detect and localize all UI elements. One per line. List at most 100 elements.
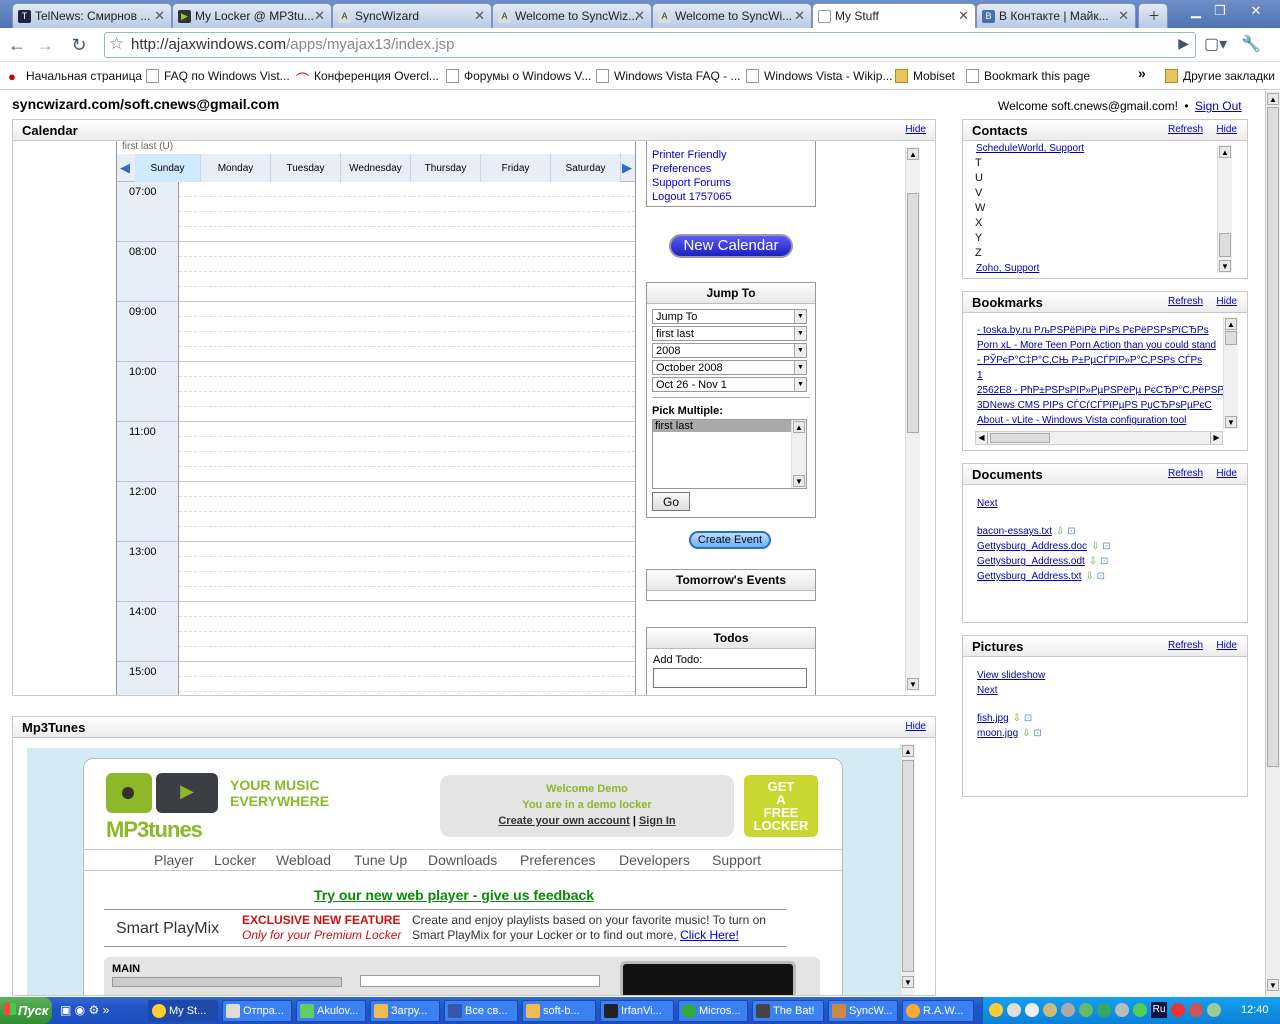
tray-icon[interactable] [989,1003,1003,1017]
day-header-thursday[interactable]: Thursday [411,154,481,182]
hide-link[interactable]: Hide [905,721,926,732]
taskbar-button[interactable]: Akulov... [296,1000,366,1022]
minimize-button[interactable]: ▁ [1184,2,1208,22]
contact-letter[interactable]: Y [975,232,982,244]
hour-slot[interactable] [179,542,635,602]
month-select[interactable]: October 2008 ▼ [652,360,807,375]
day-header-friday[interactable]: Friday [481,154,551,182]
bookmark-item[interactable]: Bookmark this page [966,69,1090,83]
bookmark-item[interactable]: ● Начальная страница [8,69,142,84]
reload-button[interactable]: ↻ [68,34,90,56]
jump-to-select[interactable]: Jump To ▼ [652,309,807,324]
bookmark-link[interactable]: 2562E8 - РћР±РЅРѕРІР»РµРЅРёРµ РєСЂР°С‚Рё… [977,385,1227,396]
bookmarks-overflow-button[interactable]: » [1138,65,1146,81]
contact-letter[interactable]: V [975,187,982,199]
close-window-button[interactable]: ✕ [1240,2,1272,22]
bookmark-item[interactable]: Windows Vista - Wikip... [746,69,892,83]
taskbar-button[interactable]: Micros... [678,1000,748,1022]
picture-item[interactable]: moon.jpg ⇩ ⊡ [977,728,1042,739]
support-forums-link[interactable]: Support Forums [652,177,731,189]
download-icon[interactable]: ⇩ ⊡ [1091,541,1111,552]
bookmark-item[interactable]: Форумы о Windows V... [446,69,591,83]
taskbar-button[interactable]: SyncW... [828,1000,898,1022]
printer-friendly-link[interactable]: Printer Friendly [652,149,727,161]
create-event-button[interactable]: Create Event [689,531,771,549]
feedback-link[interactable]: Try our new web player - give us feedbac… [314,887,594,903]
taskbar-button[interactable]: R.A.W... [902,1000,974,1022]
get-free-locker-button[interactable]: GET A FREE LOCKER [744,775,818,837]
bookmark-link[interactable]: - РЎРєР°С‡Р°С‚СЊ Р±РµСЃРїР»Р°С‚РЅРѕ СЃРѕ [977,355,1202,366]
hide-link[interactable]: Hide [1216,640,1237,651]
hour-slot[interactable] [179,602,635,662]
year-select[interactable]: 2008 ▼ [652,343,807,358]
contact-item[interactable]: ScheduleWorld, Support [976,143,1084,154]
create-account-link[interactable]: Create your own account [498,815,629,827]
day-header-sunday[interactable]: Sunday [135,154,201,182]
hour-slot[interactable] [179,662,635,695]
refresh-link[interactable]: Refresh [1168,124,1203,135]
scroll-up-icon[interactable]: ▲ [907,148,919,160]
tray-icon[interactable] [1171,1003,1185,1017]
day-header-monday[interactable]: Monday [201,154,271,182]
tab-syncwizard[interactable]: A SyncWizard ✕ [332,3,492,28]
nav-preferences[interactable]: Preferences [520,852,595,868]
scroll-up-icon[interactable]: ▲ [1219,146,1231,158]
hour-slot[interactable] [179,422,635,482]
bookmark-item[interactable]: ⌒ Конференция Overcl... [296,69,439,87]
document-item[interactable]: Gettysburg_Address.odt ⇩ ⊡ [977,556,1108,567]
pick-multiple-listbox[interactable]: first last ▲ ▼ [652,419,807,489]
tab-mp3tunes[interactable]: ▶ My Locker @ MP3tu... ✕ [172,3,332,28]
tray-icon[interactable] [1133,1003,1147,1017]
tab-welcome-1[interactable]: A Welcome to SyncWiz... ✕ [492,3,652,28]
taskbar-button[interactable]: The Bat! [752,1000,824,1022]
hide-link[interactable]: Hide [905,124,926,135]
hour-slot[interactable] [179,302,635,362]
hide-link[interactable]: Hide [1216,296,1237,307]
scroll-thumb[interactable] [990,433,1050,443]
close-icon[interactable]: ✕ [634,8,645,24]
add-todo-input[interactable] [653,668,807,688]
preferences-link[interactable]: Preferences [652,163,711,175]
scroll-thumb[interactable] [1225,331,1237,345]
nav-locker[interactable]: Locker [214,852,256,868]
back-button[interactable]: ← [6,34,28,56]
taskbar-button[interactable]: soft-b... [522,1000,596,1022]
hour-slot[interactable] [179,482,635,542]
sign-out-link[interactable]: Sign Out [1195,99,1242,113]
documents-next-link[interactable]: Next [977,498,998,509]
bookmark-link[interactable]: 3DNews CMS РІРѕ СЃСѓСЃРїРµРЅ РџСЂРѕРµРєС [977,400,1212,411]
tray-icon[interactable] [1061,1003,1075,1017]
list-option[interactable]: first last [653,420,791,432]
hour-slot[interactable] [179,182,635,242]
address-bar[interactable]: ☆ http://ajaxwindows.com/apps/myajax13/i… [104,32,1196,58]
tray-icon[interactable] [1007,1003,1021,1017]
document-item[interactable]: Gettysburg_Address.doc ⇩ ⊡ [977,541,1111,552]
refresh-link[interactable]: Refresh [1168,468,1203,479]
download-icon[interactable]: ⇩ ⊡ [1022,728,1042,739]
contact-item[interactable]: Zoho, Support [976,263,1039,274]
clock[interactable]: 12:40 [1241,1004,1269,1016]
tray-icon[interactable] [1043,1003,1057,1017]
tray-icon[interactable] [1189,1003,1203,1017]
scroll-down-icon[interactable]: ▼ [907,678,919,690]
document-item[interactable]: Gettysburg_Address.txt ⇩ ⊡ [977,571,1105,582]
download-icon[interactable]: ⇩ ⊡ [1013,713,1033,724]
mp3tunes-scrollbar[interactable]: ▲ ▼ [900,744,915,995]
maximize-button[interactable]: ❐ [1208,2,1232,22]
taskbar-button-my-stuff[interactable]: My St... [148,1000,218,1022]
scroll-thumb[interactable] [902,760,914,972]
other-bookmarks-folder[interactable]: Другие закладки [1165,69,1275,83]
hour-slot[interactable] [179,242,635,302]
scroll-thumb[interactable] [1267,107,1279,767]
scroll-up-icon[interactable]: ▲ [902,745,914,757]
close-icon[interactable]: ✕ [794,8,805,24]
logout-link[interactable]: Logout 1757065 [652,191,732,203]
contacts-scrollbar[interactable]: ▲ ▼ [1217,145,1232,273]
new-calendar-button[interactable]: New Calendar [669,234,793,258]
next-week-arrow-icon[interactable]: ▶ [622,160,632,176]
scroll-down-icon[interactable]: ▼ [1225,416,1237,428]
scroll-up-icon[interactable]: ▲ [1225,318,1237,330]
refresh-link[interactable]: Refresh [1168,640,1203,651]
sign-in-link[interactable]: Sign In [639,815,676,827]
bookmark-link[interactable]: About - vLite - Windows Vista configurat… [977,415,1186,426]
